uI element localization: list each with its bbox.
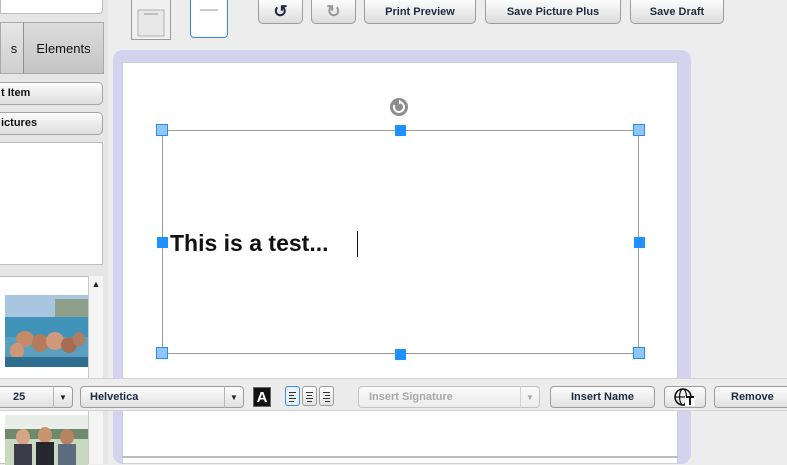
resize-handle-bottom[interactable] xyxy=(395,349,406,360)
align-center-button[interactable] xyxy=(302,386,317,406)
remove-button[interactable]: Remove xyxy=(714,386,787,408)
web-font-button[interactable] xyxy=(664,386,706,408)
chevron-down-icon[interactable]: ▼ xyxy=(53,386,72,408)
redo-icon: ↻ xyxy=(326,1,341,21)
text-color-button[interactable]: A xyxy=(253,387,271,407)
globe-text-icon xyxy=(674,388,695,406)
print-preview-button[interactable]: Print Preview xyxy=(364,0,476,24)
side-list-area xyxy=(0,142,103,265)
thumbnail-people-photo[interactable] xyxy=(5,415,88,465)
insert-item-button[interactable]: t Item xyxy=(0,82,103,105)
resize-handle-left[interactable] xyxy=(157,237,168,248)
page-divider xyxy=(122,456,678,458)
pictures-button[interactable]: ictures xyxy=(0,112,103,135)
font-family-value: Helvetica xyxy=(90,391,139,403)
chevron-down-icon[interactable]: ▼ xyxy=(520,386,539,408)
text-cursor xyxy=(357,231,358,257)
resize-handle-top[interactable] xyxy=(395,125,406,136)
align-left-icon xyxy=(289,392,296,404)
undo-button[interactable]: ↺ xyxy=(258,0,303,24)
save-picture-plus-label: Save Picture Plus xyxy=(506,5,600,18)
insert-signature-select[interactable]: Insert Signature xyxy=(358,386,540,408)
align-left-button[interactable] xyxy=(285,386,300,406)
save-draft-button[interactable]: Save Draft xyxy=(630,0,724,24)
align-center-icon xyxy=(306,392,313,404)
page-preview-icon xyxy=(137,9,165,37)
text-color-icon: A xyxy=(256,389,268,406)
scroll-up-arrow-icon[interactable]: ▲ xyxy=(89,276,103,292)
tab-elements[interactable]: Elements xyxy=(23,22,104,74)
page-thumbnail-2[interactable] xyxy=(190,0,228,38)
print-preview-label: Print Preview xyxy=(385,5,455,18)
page-preview-icon xyxy=(200,9,218,11)
save-draft-label: Save Draft xyxy=(649,5,705,18)
insert-item-label: t Item xyxy=(1,87,31,99)
page-thumbnail-1[interactable] xyxy=(131,0,171,40)
resize-handle-top-left[interactable] xyxy=(156,124,168,136)
pictures-label: ictures xyxy=(1,117,38,129)
tab-elements-label: Elements xyxy=(36,40,91,56)
font-family-select[interactable]: Helvetica xyxy=(80,386,244,408)
resize-handle-bottom-left[interactable] xyxy=(156,347,168,359)
rotate-handle-icon[interactable] xyxy=(389,97,409,117)
tab-partial-label: s xyxy=(10,40,18,56)
thumbnail-scrollbar[interactable]: ▲ xyxy=(88,276,103,464)
resize-handle-bottom-right[interactable] xyxy=(633,347,645,359)
insert-name-button[interactable]: Insert Name xyxy=(550,386,655,408)
thumbnail-pool-photo[interactable] xyxy=(5,295,88,367)
insert-name-label: Insert Name xyxy=(571,391,634,403)
align-right-icon xyxy=(323,392,330,404)
undo-icon: ↺ xyxy=(273,1,288,21)
save-picture-plus-button[interactable]: Save Picture Plus xyxy=(485,0,621,24)
resize-handle-top-right[interactable] xyxy=(633,124,645,136)
tab-partial[interactable]: s xyxy=(0,22,24,74)
insert-signature-placeholder: Insert Signature xyxy=(369,391,453,403)
font-size-value: 25 xyxy=(13,391,26,403)
chevron-down-icon[interactable]: ▼ xyxy=(224,386,243,408)
left-top-box xyxy=(0,0,103,14)
text-element-content[interactable]: This is a test... xyxy=(170,230,329,257)
redo-button[interactable]: ↻ xyxy=(311,0,356,24)
align-right-button[interactable] xyxy=(319,386,334,406)
resize-handle-right[interactable] xyxy=(634,237,645,248)
remove-label: Remove xyxy=(731,391,774,403)
